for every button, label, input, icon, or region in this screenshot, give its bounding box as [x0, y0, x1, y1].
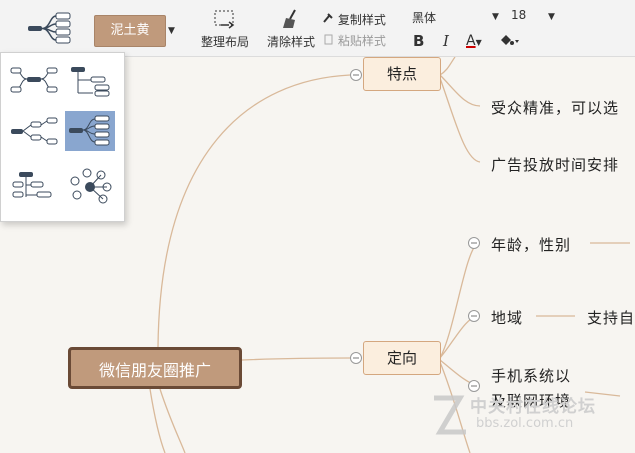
fill-color-button[interactable] [498, 33, 522, 53]
subtopic-region[interactable]: 地域 [491, 307, 523, 328]
subtopic-ad-schedule[interactable]: 广告投放时间安排 [491, 154, 619, 175]
theme-dropdown-arrow-icon[interactable]: ▼ [168, 26, 175, 36]
clear-style-button[interactable]: 清除样式 [266, 8, 316, 50]
arrange-layout-label: 整理布局 [200, 35, 249, 49]
paint-bucket-icon [501, 35, 519, 45]
toolbar: 泥土黄 ▼ 整理布局 清除样式 复制样式 粘贴样式 黑体 ▼ 18 ▼ B I … [0, 0, 635, 57]
topic-targeting[interactable]: 定向 [363, 341, 441, 375]
font-dropdown-arrow-icon[interactable]: ▼ [492, 12, 499, 22]
broom-icon [283, 9, 296, 28]
layout-mindmap-option[interactable] [9, 61, 59, 101]
copy-style-label: 复制样式 [337, 13, 386, 27]
layout-dropdown-button[interactable] [22, 8, 78, 48]
font-family-select[interactable]: 黑体 [412, 9, 502, 26]
layout-right-map-option[interactable] [65, 111, 115, 151]
arrange-layout-button[interactable]: 整理布局 [200, 8, 250, 50]
paste-style-button[interactable]: 粘贴样式 [322, 32, 386, 49]
subtopic-region-support[interactable]: 支持自 [587, 307, 635, 328]
brush-icon [323, 13, 333, 23]
watermark: 中关村在线论坛 bbs.zol.com.cn [430, 392, 630, 442]
font-size-dropdown-arrow-icon[interactable]: ▼ [548, 12, 555, 22]
copy-style-button[interactable]: 复制样式 [322, 11, 386, 28]
layout-picker-panel [0, 52, 125, 222]
layout-timeline-option[interactable] [9, 167, 59, 207]
layout-circle-option[interactable] [65, 167, 115, 207]
font-color-label: A [466, 33, 476, 49]
subtopic-age-gender[interactable]: 年龄，性别 [491, 234, 571, 255]
arrange-layout-icon [214, 10, 235, 29]
font-size-select[interactable]: 18 [511, 8, 526, 22]
clear-style-label: 清除样式 [266, 35, 315, 49]
layout-tree-option[interactable] [9, 111, 59, 151]
theme-button[interactable]: 泥土黄 [94, 15, 166, 47]
layout-org-option[interactable] [65, 61, 115, 101]
zol-logo-icon [434, 395, 466, 435]
subtopic-phone-system[interactable]: 手机系统以 [491, 365, 571, 386]
root-topic[interactable]: 微信朋友圈推广 [68, 347, 242, 389]
bold-button[interactable]: B [413, 32, 424, 50]
font-color-arrow-icon: ▼ [475, 38, 482, 47]
paste-icon [324, 34, 333, 45]
watermark-brand: 中关村在线论坛 [470, 397, 596, 417]
paste-style-label: 粘贴样式 [337, 34, 386, 48]
font-color-button[interactable]: A▼ [466, 33, 482, 49]
subtopic-audience[interactable]: 受众精准，可以选 [491, 97, 619, 118]
watermark-url: bbs.zol.com.cn [476, 416, 574, 431]
italic-button[interactable]: I [443, 32, 449, 50]
topic-features[interactable]: 特点 [363, 57, 441, 91]
